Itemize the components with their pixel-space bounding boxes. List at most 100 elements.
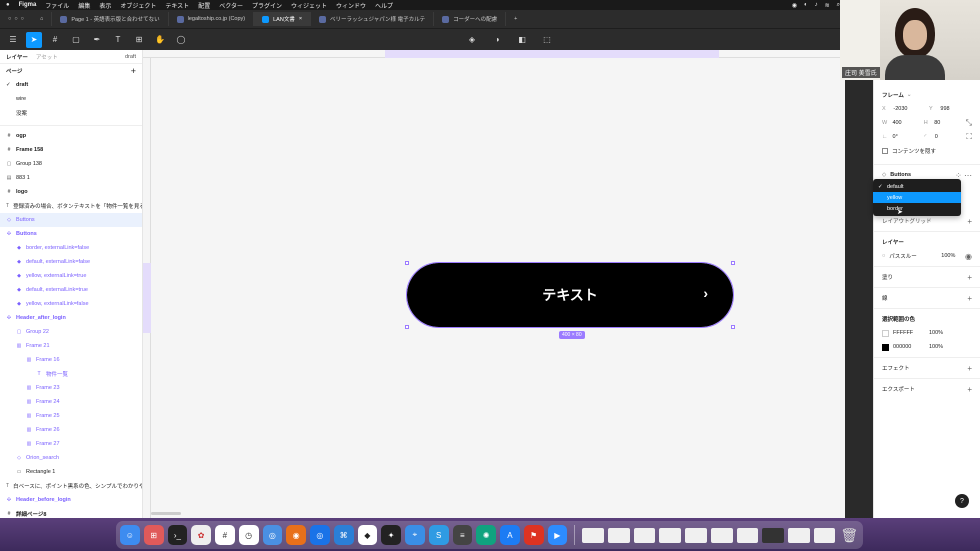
window-thumbnail[interactable] bbox=[633, 527, 656, 543]
clock-icon[interactable]: ◷ bbox=[238, 525, 259, 545]
variant-option-yellow[interactable]: yellow bbox=[873, 192, 961, 203]
chatgpt-icon[interactable]: ✺ bbox=[476, 525, 496, 545]
blend-mode-select[interactable]: パススルー bbox=[889, 252, 937, 260]
zoom-icon[interactable]: ▶ bbox=[547, 525, 568, 545]
wifi-icon[interactable]: ≋ bbox=[825, 2, 830, 9]
resize-handle[interactable] bbox=[731, 325, 735, 329]
status-icon[interactable]: ◉ bbox=[792, 2, 797, 9]
slack-icon[interactable]: # bbox=[215, 525, 235, 545]
color-hex[interactable]: FFFFFF bbox=[893, 330, 925, 336]
radius-field[interactable]: 0 bbox=[935, 134, 963, 140]
menu-text[interactable]: テキスト bbox=[165, 1, 189, 10]
layer-item[interactable]: T 白ベースに、ポイント黒系の色、シンプルでわかりや... bbox=[0, 479, 142, 493]
menu-plugins[interactable]: プラグイン bbox=[252, 1, 282, 10]
menu-figma[interactable]: Figma bbox=[19, 2, 37, 8]
layer-item[interactable]: T 物件一覧 bbox=[0, 367, 142, 381]
layer-item[interactable]: ▥ Frame 21 bbox=[0, 339, 142, 353]
menu-view[interactable]: 表示 bbox=[99, 1, 111, 10]
window-thumbnail[interactable] bbox=[659, 527, 682, 543]
page-item[interactable]: 没案 bbox=[0, 106, 142, 120]
add-fill-button[interactable]: + bbox=[967, 273, 972, 282]
terminal-icon[interactable]: ›_ bbox=[167, 525, 188, 545]
new-tab-button[interactable]: + bbox=[506, 12, 525, 26]
layer-item[interactable]: ◆ border, externalLink=false bbox=[0, 241, 142, 255]
comment-icon[interactable]: ◯ bbox=[173, 32, 189, 48]
layer-item[interactable]: T 登録済みの場合、ボタンテキストを「物件一覧を見る」 bbox=[0, 199, 142, 213]
layer-item[interactable]: ▥ Frame 23 bbox=[0, 381, 142, 395]
layer-item[interactable]: ◇ Orion_search bbox=[0, 451, 142, 465]
selection-color-row[interactable]: 000000 100% bbox=[874, 340, 980, 354]
menu-help[interactable]: ヘルプ bbox=[375, 1, 393, 10]
menu-widgets[interactable]: ウィジェット bbox=[291, 1, 327, 10]
mask-icon[interactable]: ◑ bbox=[489, 32, 505, 48]
vscode-icon[interactable]: ⌘ bbox=[333, 525, 354, 545]
maps-icon[interactable]: ⌖ bbox=[405, 525, 425, 545]
notes-icon[interactable]: ≡ bbox=[452, 525, 473, 545]
resize-to-fit-icon[interactable]: ⤡ bbox=[966, 118, 972, 128]
window-thumbnail[interactable] bbox=[710, 527, 733, 543]
add-page-button[interactable]: + bbox=[131, 66, 136, 76]
resources-icon[interactable]: ⊞ bbox=[131, 32, 147, 48]
layer-item[interactable]: ◆ yellow, externalLink=true bbox=[0, 269, 142, 283]
horizontal-scrollbar[interactable] bbox=[151, 512, 181, 515]
status-icon[interactable]: ♪ bbox=[815, 2, 818, 8]
window-thumbnail[interactable] bbox=[787, 527, 810, 543]
component-name[interactable]: Buttons bbox=[890, 172, 911, 178]
chevron-down-icon[interactable]: ⌄ bbox=[907, 92, 912, 98]
menu-window[interactable]: ウィンドウ bbox=[336, 1, 366, 10]
menu-edit[interactable]: 編集 bbox=[78, 1, 90, 10]
window-thumbnail[interactable] bbox=[813, 527, 836, 543]
window-thumbnail[interactable] bbox=[582, 527, 604, 543]
w-field[interactable]: 400 bbox=[892, 120, 919, 126]
layer-item[interactable]: # logo bbox=[0, 185, 142, 199]
color-hex[interactable]: 000000 bbox=[893, 344, 925, 350]
color-swatch[interactable] bbox=[882, 343, 889, 351]
button-component[interactable]: テキスト › bbox=[406, 262, 734, 328]
launchpad-icon[interactable]: ⊞ bbox=[143, 525, 164, 545]
acrobat-icon[interactable]: ⚑ bbox=[523, 525, 544, 545]
clip-checkbox[interactable] bbox=[882, 148, 888, 154]
color-opacity[interactable]: 100% bbox=[929, 344, 943, 350]
crop-icon[interactable]: ⬚ bbox=[539, 32, 555, 48]
zoom-icon[interactable]: ○ bbox=[21, 16, 24, 22]
variant-option-default[interactable]: ✓ default bbox=[873, 181, 961, 192]
home-tab[interactable]: ⌂ bbox=[32, 12, 53, 26]
layer-item[interactable]: ◆ default, externalLink=true bbox=[0, 283, 142, 297]
layer-item[interactable]: ✣ Buttons bbox=[0, 227, 142, 241]
trash-icon[interactable]: 🗑 bbox=[839, 525, 859, 545]
tab-file[interactable]: legaltoship.co.jp (Copy) bbox=[169, 12, 255, 26]
h-field[interactable]: 80 bbox=[934, 120, 961, 126]
color-swatch[interactable] bbox=[882, 329, 889, 337]
layer-item[interactable]: ▥ Frame 24 bbox=[0, 395, 142, 409]
apple-icon[interactable]: ● bbox=[6, 2, 10, 8]
app-store-icon[interactable]: A bbox=[500, 525, 520, 545]
tab-assets[interactable]: アセット bbox=[36, 53, 58, 61]
y-field[interactable]: 998 bbox=[940, 106, 972, 112]
tab-file[interactable]: コーダーへの配慮 bbox=[434, 12, 507, 26]
layer-item[interactable]: ✣ Header_before_login bbox=[0, 493, 142, 507]
independent-corners-icon[interactable]: ⛶ bbox=[966, 132, 972, 142]
menu-object[interactable]: オブジェクト bbox=[120, 1, 156, 10]
resize-handle[interactable] bbox=[731, 261, 735, 265]
shape-tool-icon[interactable]: ▢ bbox=[68, 32, 84, 48]
tab-layers[interactable]: レイヤー bbox=[6, 53, 28, 61]
add-stroke-button[interactable]: + bbox=[967, 294, 972, 303]
main-menu-icon[interactable]: ☰ bbox=[5, 32, 21, 48]
rotation-field[interactable]: 0° bbox=[893, 134, 921, 140]
hand-tool-icon[interactable]: ✋ bbox=[152, 32, 168, 48]
layer-item[interactable]: # ogp bbox=[0, 129, 142, 143]
selection-color-row[interactable]: FFFFFF 100% bbox=[874, 326, 980, 340]
help-button[interactable]: ? bbox=[955, 494, 969, 508]
skype-icon[interactable]: S bbox=[428, 525, 449, 545]
close-tab-icon[interactable]: × bbox=[299, 16, 302, 22]
window-thumbnail[interactable] bbox=[607, 527, 630, 543]
page-item[interactable]: ✓ draft bbox=[0, 78, 142, 92]
firefox-icon[interactable]: ◉ bbox=[286, 525, 306, 545]
color-opacity[interactable]: 100% bbox=[929, 330, 943, 336]
tab-file-active[interactable]: LAN文書 × bbox=[254, 12, 312, 26]
layer-item[interactable]: ▥ Frame 16 bbox=[0, 353, 142, 367]
page-item[interactable]: wire bbox=[0, 92, 142, 106]
add-effect-button[interactable]: + bbox=[967, 364, 972, 373]
x-field[interactable]: -2030 bbox=[893, 106, 925, 112]
text-tool-icon[interactable]: T bbox=[110, 32, 126, 48]
